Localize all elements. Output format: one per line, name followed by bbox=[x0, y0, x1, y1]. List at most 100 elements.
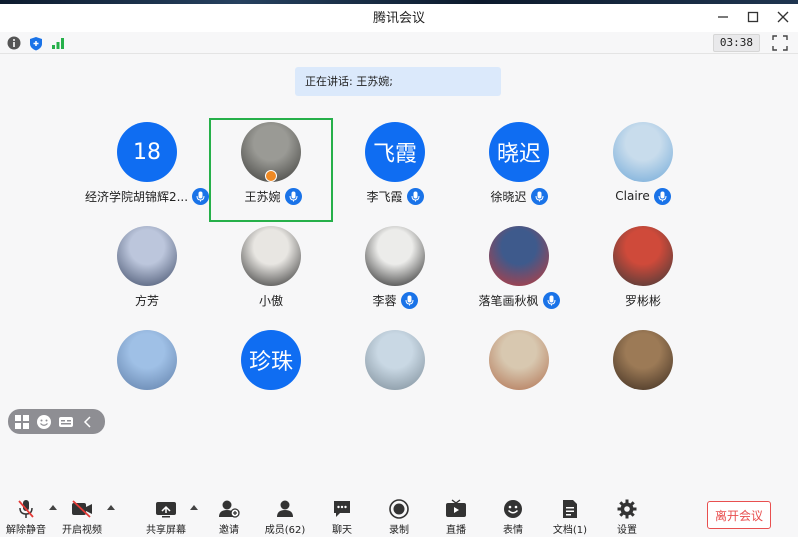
participant-tile[interactable]: 落笔画秋枫 bbox=[457, 222, 581, 326]
video-options-caret[interactable] bbox=[107, 505, 115, 510]
avatar bbox=[613, 122, 673, 182]
participant-tile[interactable] bbox=[457, 326, 581, 430]
participant-name-row: 落笔画秋枫 bbox=[457, 290, 581, 310]
participant-tile[interactable]: 方芳 bbox=[85, 222, 209, 326]
participant-name-row: 徐晓迟 bbox=[457, 186, 581, 206]
chat-button[interactable]: 聊天 bbox=[312, 495, 372, 537]
avatar bbox=[365, 226, 425, 286]
participant-tile[interactable]: 珍珠 bbox=[209, 326, 333, 430]
emoji-icon bbox=[504, 500, 522, 518]
close-button[interactable] bbox=[768, 4, 798, 30]
mic-icon bbox=[284, 187, 302, 205]
bottom-toolbar: 解除静音 开启视频 共享屏幕 邀请 成员(62) 聊天 录制 直播 表情 文档(… bbox=[0, 495, 798, 537]
caption-icon bbox=[59, 416, 73, 427]
caption-button[interactable] bbox=[58, 414, 74, 430]
participant-name-row: 王苏婉 bbox=[211, 186, 335, 206]
mic-icon bbox=[411, 191, 419, 201]
mic-icon bbox=[535, 191, 543, 201]
mic-muted-icon bbox=[18, 500, 34, 518]
participant-name-row: 李蓉 bbox=[333, 290, 457, 310]
security-button[interactable] bbox=[28, 35, 44, 51]
window-controls bbox=[708, 4, 798, 30]
participant-name: 落笔画秋枫 bbox=[478, 293, 539, 308]
grid-layout-icon bbox=[15, 414, 29, 429]
members-label: 成员(62) bbox=[264, 525, 306, 536]
mic-icon bbox=[196, 191, 205, 201]
avatar bbox=[489, 330, 549, 390]
participant-tile[interactable]: Claire bbox=[581, 118, 705, 222]
avatar bbox=[117, 330, 177, 390]
unmute-button[interactable]: 解除静音 bbox=[0, 495, 56, 537]
mic-icon bbox=[406, 187, 424, 205]
top-toolbar: 03:38 bbox=[0, 32, 798, 54]
reaction-toggle-button[interactable] bbox=[36, 414, 52, 430]
participant-name: 小傲 bbox=[258, 293, 283, 308]
record-icon bbox=[389, 499, 409, 519]
view-controls bbox=[8, 409, 105, 434]
invite-button[interactable]: 邀请 bbox=[199, 495, 259, 537]
avatar-text: 珍珠 bbox=[248, 350, 293, 375]
signal-icon bbox=[52, 38, 64, 49]
info-button[interactable] bbox=[6, 35, 22, 51]
participant-tile[interactable]: 18 经济学院胡锦辉2... bbox=[84, 118, 210, 222]
share-options-caret[interactable] bbox=[190, 505, 198, 510]
start-video-button[interactable]: 开启视频 bbox=[52, 495, 112, 537]
maximize-icon bbox=[747, 11, 759, 23]
participant-tile[interactable] bbox=[581, 326, 705, 430]
participant-tile[interactable]: 罗彬彬 bbox=[581, 222, 705, 326]
fullscreen-icon bbox=[772, 35, 788, 51]
participant-name-row: 罗彬彬 bbox=[581, 290, 705, 310]
docs-button[interactable]: 文档(1) bbox=[540, 495, 600, 537]
docs-label: 文档(1) bbox=[552, 525, 588, 536]
fullscreen-button[interactable] bbox=[772, 35, 788, 51]
mic-icon bbox=[530, 187, 548, 205]
participant-name: 李蓉 bbox=[372, 293, 397, 308]
live-label: 直播 bbox=[446, 525, 466, 536]
gear-icon bbox=[617, 499, 637, 519]
info-icon bbox=[7, 36, 21, 50]
meeting-timer: 03:38 bbox=[712, 34, 760, 52]
participant-tile[interactable]: 飞霞 李飞霞 bbox=[333, 118, 457, 222]
reactions-label: 表情 bbox=[503, 525, 523, 536]
participant-tile[interactable]: 晓迟 徐晓迟 bbox=[457, 118, 581, 222]
network-button[interactable] bbox=[50, 35, 66, 51]
settings-label: 设置 bbox=[617, 525, 637, 536]
minimize-icon bbox=[718, 16, 728, 18]
participant-tile[interactable]: 小傲 bbox=[209, 222, 333, 326]
host-badge-icon bbox=[265, 170, 277, 182]
participant-name-row: Claire bbox=[581, 186, 705, 206]
avatar-text: 18 bbox=[133, 139, 161, 165]
invite-icon bbox=[219, 500, 240, 518]
record-label: 录制 bbox=[389, 525, 409, 536]
participant-name: 王苏婉 bbox=[244, 189, 281, 204]
avatar: 18 bbox=[117, 122, 177, 182]
layout-button[interactable] bbox=[14, 414, 30, 430]
participant-tile[interactable] bbox=[333, 326, 457, 430]
collapse-button[interactable] bbox=[80, 414, 96, 430]
smile-icon bbox=[37, 414, 51, 429]
avatar bbox=[613, 226, 673, 286]
record-button[interactable]: 录制 bbox=[369, 495, 429, 537]
chat-icon bbox=[334, 501, 350, 517]
participant-tile[interactable]: 王苏婉 bbox=[209, 118, 333, 222]
settings-button[interactable]: 设置 bbox=[597, 495, 657, 537]
live-button[interactable]: 直播 bbox=[426, 495, 486, 537]
members-icon bbox=[277, 500, 293, 517]
reactions-button[interactable]: 表情 bbox=[483, 495, 543, 537]
participant-tile[interactable]: 李蓉 bbox=[333, 222, 457, 326]
maximize-button[interactable] bbox=[738, 4, 768, 30]
window-title: 腾讯会议 bbox=[372, 10, 425, 26]
chevron-left-icon bbox=[83, 415, 91, 428]
participant-name-row: 经济学院胡锦辉2... bbox=[84, 186, 210, 206]
share-screen-button[interactable]: 共享屏幕 bbox=[136, 495, 196, 537]
video-off-icon bbox=[72, 500, 92, 518]
participant-name-row: 小傲 bbox=[209, 290, 333, 310]
participant-name: 李飞霞 bbox=[366, 189, 403, 204]
participant-name: 经济学院胡锦辉2... bbox=[84, 189, 189, 204]
start-video-label: 开启视频 bbox=[62, 525, 102, 536]
members-button[interactable]: 成员(62) bbox=[255, 495, 315, 537]
leave-meeting-button[interactable]: 离开会议 bbox=[707, 501, 771, 529]
mic-icon bbox=[653, 187, 671, 205]
share-screen-icon bbox=[156, 502, 176, 518]
minimize-button[interactable] bbox=[708, 4, 738, 30]
